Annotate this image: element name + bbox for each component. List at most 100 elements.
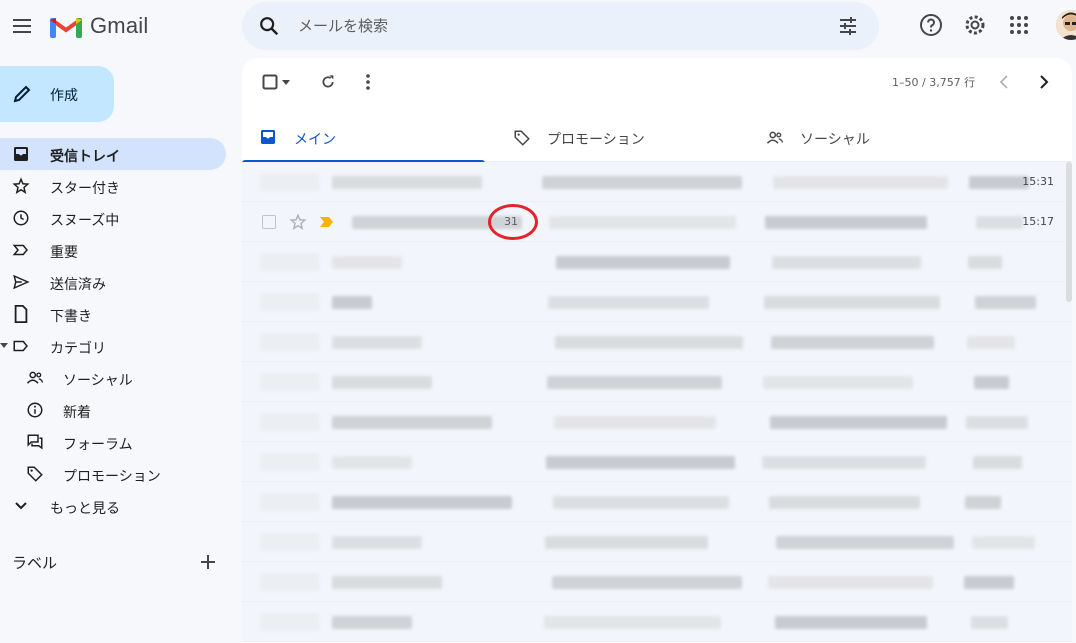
gmail-logo[interactable]: Gmail [50,13,148,39]
sidebar-item-label: 送信済み [50,277,106,293]
inbox-icon [12,145,30,163]
star-icon [12,177,30,195]
obscured-sender [332,256,402,269]
gmail-logo-icon [50,18,82,38]
caret-down-icon[interactable] [0,343,8,349]
sidebar-item-social[interactable]: ソーシャル [0,362,226,394]
email-row[interactable] [242,442,1072,482]
help-icon[interactable] [918,12,944,38]
obscured-subject [772,256,921,269]
scrollbar[interactable] [1066,162,1072,302]
email-row[interactable] [242,242,1072,282]
email-row[interactable] [242,562,1072,602]
compose-label: 作成 [50,88,78,104]
tab-promotions[interactable]: プロモーション [495,114,735,162]
sidebar-item-label: ソーシャル [63,373,133,389]
email-row[interactable] [242,522,1072,562]
tab-primary[interactable]: メイン [242,114,485,163]
obscured-content [260,493,320,511]
sidebar-item-snoozed[interactable]: スヌーズ中 [0,202,226,234]
sidebar-item-forums[interactable]: フォーラム [0,426,226,458]
obscured-subject [965,496,1001,509]
search-bar[interactable] [242,2,879,50]
sidebar-item-important[interactable]: 重要 [0,234,226,266]
obscured-subject [553,496,729,509]
obscured-subject [769,496,920,509]
email-row[interactable] [242,402,1072,442]
sidebar-item-promotions[interactable]: プロモーション [0,458,226,490]
obscured-subject [969,176,1029,189]
obscured-subject [776,536,954,549]
obscured-subject [765,216,927,229]
obscured-sender [332,456,412,469]
select-dropdown-icon[interactable] [280,72,292,92]
add-label-plus-icon[interactable] [198,552,218,572]
refresh-icon[interactable] [318,72,338,92]
obscured-subject [548,296,709,309]
email-row[interactable] [242,322,1072,362]
email-row[interactable] [242,482,1072,522]
obscured-sender [332,296,372,309]
sidebar-item-sent[interactable]: 送信済み [0,266,226,298]
obscured-subject [976,216,1023,229]
app-name: Gmail [90,13,149,38]
sidebar-item-label: スヌーズ中 [50,213,120,229]
main-menu-button[interactable] [8,12,36,40]
obscured-subject [964,576,1014,589]
important-marker-icon[interactable] [320,216,334,228]
sidebar-item-drafts[interactable]: 下書き [0,298,226,330]
header: Gmail [0,0,1076,56]
send-icon [12,273,30,291]
obscured-subject [544,616,721,629]
select-all-checkbox[interactable] [260,72,280,92]
more-options-icon[interactable] [358,72,378,92]
obscured-sender [332,576,442,589]
info-icon [26,401,44,419]
obscured-subject [555,336,743,349]
obscured-subject [552,576,742,589]
sidebar-item-label: 重要 [50,245,78,261]
search-icon[interactable] [258,15,280,37]
email-row[interactable]: 15:17 31 [242,202,1072,242]
draft-icon [12,305,30,323]
chevron-down-icon [12,497,30,515]
clock-icon [12,209,30,227]
row-checkbox[interactable] [262,215,276,229]
newer-page-chevron-left-icon[interactable] [994,72,1014,92]
sidebar-item-more[interactable]: もっと見る [0,490,226,522]
search-input[interactable] [298,2,818,50]
label-icon [12,337,30,355]
sidebar-item-label: 下書き [50,309,92,325]
obscured-sender [332,536,422,549]
obscured-subject [556,256,730,269]
apps-grid-icon[interactable] [1006,12,1032,38]
obscured-subject [545,536,708,549]
email-row[interactable] [242,282,1072,322]
compose-button[interactable]: 作成 [0,66,114,122]
account-avatar[interactable] [1056,10,1076,40]
important-icon [12,241,30,259]
older-page-chevron-right-icon[interactable] [1034,72,1054,92]
tag-icon [513,129,531,151]
obscured-subject [975,296,1036,309]
obscured-content [260,373,320,391]
people-icon [26,369,44,387]
email-row[interactable]: 15:31 [242,162,1072,202]
search-options-icon[interactable] [838,16,858,36]
email-row[interactable] [242,602,1072,642]
star-icon[interactable] [289,213,307,231]
sidebar-nav: 受信トレイ スター付き スヌーズ中 重要 送信済み 下書き カテゴリ ソーシャル… [0,138,226,522]
tab-social[interactable]: ソーシャル [748,114,988,162]
sidebar-item-label: 新着 [63,405,91,421]
obscured-content [260,253,320,271]
sidebar-item-label: カテゴリ [50,341,106,357]
settings-gear-icon[interactable] [962,12,988,38]
sidebar-item-inbox[interactable]: 受信トレイ [0,138,226,170]
people-icon [766,129,784,151]
tag-icon [26,465,44,483]
sidebar-item-categories[interactable]: カテゴリ [0,330,226,362]
sidebar-item-updates[interactable]: 新着 [0,394,226,426]
email-time: 15:17 [1022,215,1054,228]
sidebar-item-starred[interactable]: スター付き [0,170,226,202]
email-row[interactable] [242,362,1072,402]
